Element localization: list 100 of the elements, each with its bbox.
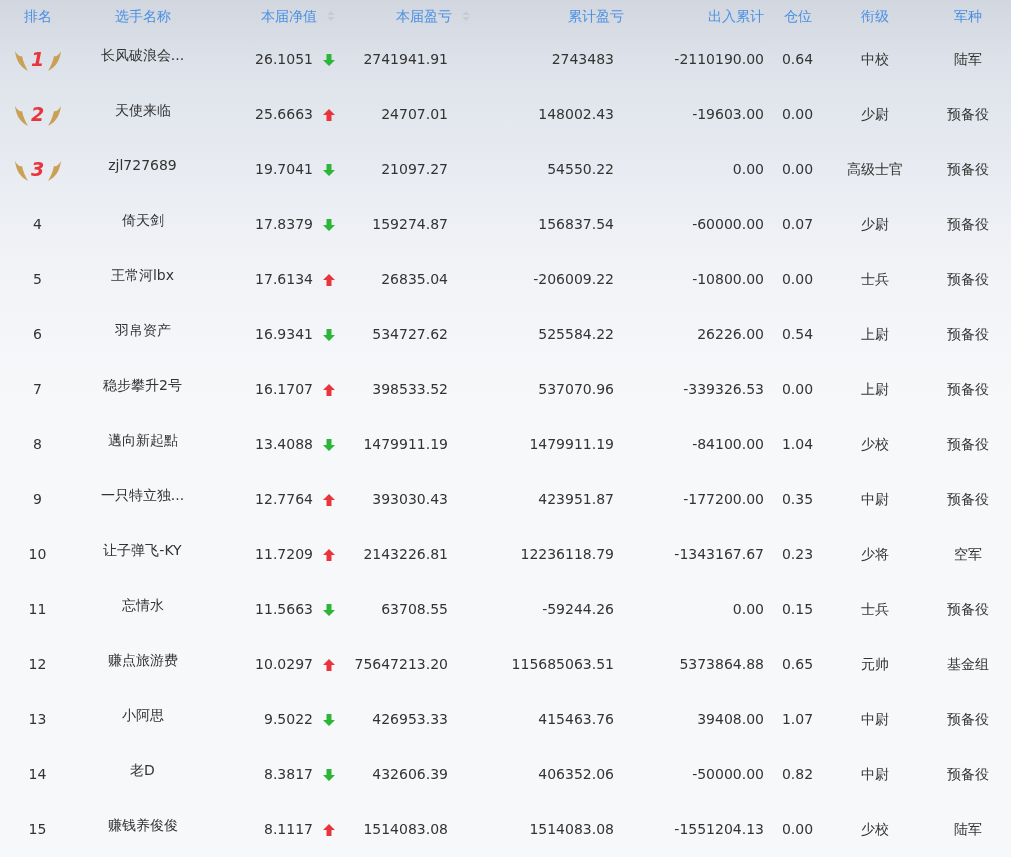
player-name[interactable]: 让子弹飞-KY [103,540,182,561]
service-branch: 空军 [954,545,982,564]
net-value: 11.7209 [255,545,313,564]
rank-title: 士兵 [861,600,889,619]
service-branch: 预备役 [947,270,989,289]
player-name[interactable]: 王常河lbx [110,265,175,286]
profit-value: 1479911.19 [363,435,448,454]
player-name[interactable]: 赚点旅游费 [107,650,178,671]
net-value: 10.0297 [255,655,313,674]
profit-value: 393030.43 [372,490,448,509]
service-branch: 预备役 [947,435,989,454]
player-name[interactable]: 赚钱养俊俊 [107,815,178,836]
in-out-total: -339326.53 [683,380,764,399]
rank-title: 少尉 [861,215,889,234]
service-branch: 陆军 [954,50,982,69]
player-name[interactable]: 一只特立独... [100,485,185,506]
player-name[interactable]: 倚天剑 [121,210,164,231]
in-out-total: -177200.00 [683,490,764,509]
rank-number: 2 [30,105,45,124]
column-header: 出入累计 [708,6,764,26]
profit-value: 534727.62 [372,325,448,344]
rank-title: 士兵 [861,270,889,289]
player-name[interactable]: 忘情水 [121,595,164,616]
cumulative-profit: 525584.22 [538,325,614,344]
player-name[interactable]: 长风破浪会... [100,45,185,66]
position-ratio: 0.65 [781,655,814,674]
profit-value: 26835.04 [381,270,448,289]
player-name[interactable]: 老D [130,760,155,781]
cumulative-profit: 54550.22 [547,160,614,179]
net-value: 19.7041 [255,160,313,179]
in-out-total: -1551204.13 [674,820,764,839]
service-branch: 预备役 [947,490,989,509]
rank-number: 7 [33,380,42,399]
cumulative-profit: 2743483 [551,50,614,69]
player-name[interactable]: 天使来临 [114,100,171,121]
cumulative-profit: 115685063.51 [511,655,614,674]
player-name[interactable]: zjl727689 [108,155,177,176]
column-header: 衔级 [861,6,889,26]
rank-number: 13 [28,710,47,729]
service-branch: 预备役 [947,160,989,179]
net-value: 13.4088 [255,435,313,454]
player-name[interactable]: 小阿思 [121,705,164,726]
rank-number: 8 [33,435,42,454]
cumulative-profit: 1479911.19 [529,435,614,454]
player-name[interactable]: 羽帛资产 [114,320,171,341]
player-name[interactable]: 邁向新起點 [107,430,178,451]
cumulative-profit: 148002.43 [538,105,614,124]
net-value: 8.3817 [264,765,313,784]
position-ratio: 0.00 [781,270,814,289]
position-ratio: 0.07 [781,215,814,234]
rank-title: 少校 [861,820,889,839]
position-ratio: 0.00 [781,160,814,179]
net-value: 8.1117 [264,820,313,839]
rank-title: 中尉 [861,710,889,729]
rank-number: 3 [30,160,45,179]
in-out-total: -1343167.67 [674,545,764,564]
column-header: 累计盈亏 [568,6,624,26]
profit-value: 21097.27 [381,160,448,179]
net-value: 16.9341 [255,325,313,344]
profit-value: 2741941.91 [363,50,448,69]
rank-title: 元帅 [861,655,889,674]
in-out-total: -60000.00 [692,215,764,234]
in-out-total: -2110190.00 [674,50,764,69]
cumulative-profit: 156837.54 [538,215,614,234]
in-out-total: 0.00 [732,160,764,179]
net-value: 26.1051 [255,50,313,69]
in-out-total: 0.00 [732,600,764,619]
player-name[interactable]: 稳步攀升2号 [103,375,182,396]
cumulative-profit: 1514083.08 [529,820,614,839]
profit-value: 24707.01 [381,105,448,124]
in-out-total: -10800.00 [692,270,764,289]
profit-value: 398533.52 [372,380,448,399]
profit-value: 63708.55 [381,600,448,619]
rank-number: 12 [28,655,47,674]
service-branch: 预备役 [947,600,989,619]
in-out-total: -50000.00 [692,765,764,784]
net-value: 9.5022 [264,710,313,729]
rank-title: 中尉 [861,490,889,509]
service-branch: 基金组 [947,655,989,674]
position-ratio: 0.64 [781,50,814,69]
rank-number: 4 [33,215,42,234]
position-ratio: 0.35 [781,490,814,509]
rank-title: 少尉 [861,105,889,124]
net-value: 16.1707 [255,380,313,399]
in-out-total: -19603.00 [692,105,764,124]
service-branch: 预备役 [947,105,989,124]
net-value: 25.6663 [255,105,313,124]
rank-number: 1 [30,50,45,69]
position-ratio: 0.82 [781,765,814,784]
rank-number: 5 [33,270,42,289]
rank-title: 高级士官 [847,160,903,179]
profit-value: 1514083.08 [363,820,448,839]
rank-title: 中校 [861,50,889,69]
rank-number: 11 [28,600,47,619]
service-branch: 预备役 [947,710,989,729]
profit-value: 2143226.81 [363,545,448,564]
rank-number: 6 [33,325,42,344]
service-branch: 预备役 [947,325,989,344]
cumulative-profit: 423951.87 [538,490,614,509]
column-header: 排名 [23,6,52,26]
